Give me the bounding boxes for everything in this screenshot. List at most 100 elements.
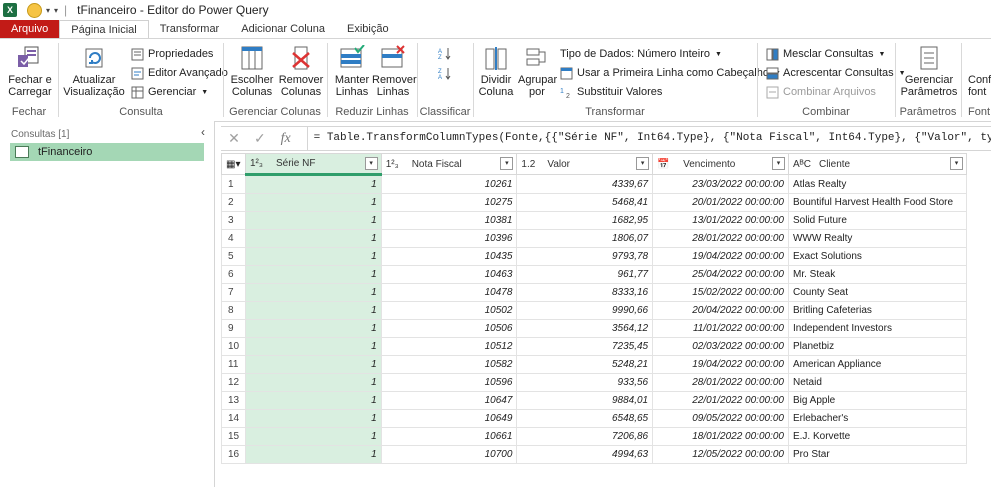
column-header[interactable]: 1.2 Valor ▾ — [516, 153, 654, 175]
table-cell[interactable]: 1 — [244, 373, 382, 392]
table-cell[interactable]: 10381 — [380, 211, 518, 230]
table-cell[interactable]: 4339,67 — [516, 174, 654, 194]
table-cell[interactable]: 1 — [244, 319, 382, 338]
table-cell[interactable]: 9990,66 — [516, 301, 654, 320]
dividir-coluna-button[interactable]: Dividir Coluna — [476, 43, 516, 98]
tab-arquivo[interactable]: Arquivo — [0, 20, 60, 39]
table-cell[interactable]: 19/04/2022 00:00:00 — [652, 355, 789, 374]
table-cell[interactable]: 1 — [244, 355, 382, 374]
acrescentar-consultas-button[interactable]: Acrescentar Consultas ▼ — [766, 65, 906, 81]
fechar-carregar-button[interactable]: Fechar e Carregar — [4, 43, 56, 98]
table-row[interactable]: 1 1 10261 4339,67 23/03/2022 00:00:00 Atlas R… — [221, 174, 968, 194]
remover-colunas-button[interactable]: Remover Colunas — [278, 43, 324, 98]
table-cell[interactable]: 1 — [244, 283, 382, 302]
combinar-arquivos-button[interactable]: Combinar Arquivos — [766, 84, 876, 100]
table-row[interactable]: 10 1 10512 7235,45 02/03/2022 00:00:00 Planet… — [221, 337, 968, 356]
agrupar-por-button[interactable]: Agrupar por — [518, 43, 557, 98]
table-cell[interactable]: 1 — [244, 301, 382, 320]
customize-icon[interactable]: ▾ — [54, 6, 58, 15]
table-cell[interactable]: 10506 — [380, 319, 518, 338]
table-cell[interactable]: Netaid — [787, 373, 968, 392]
table-cell[interactable]: 23/03/2022 00:00:00 — [652, 174, 789, 194]
table-cell[interactable]: 12/05/2022 00:00:00 — [652, 445, 789, 464]
table-row[interactable]: 2 1 10275 5468,41 20/01/2022 00:00:00 Bountif… — [221, 193, 968, 212]
table-cell[interactable]: 10649 — [380, 409, 518, 428]
table-row[interactable]: 4 1 10396 1806,07 28/01/2022 00:00:00 WWW Rea… — [221, 229, 968, 248]
query-item-tfinanceiro[interactable]: tFinanceiro — [10, 143, 204, 161]
table-cell[interactable]: 18/01/2022 00:00:00 — [652, 427, 789, 446]
table-cell[interactable]: 10478 — [380, 283, 518, 302]
table-cell[interactable]: 1 — [244, 211, 382, 230]
cancel-icon[interactable]: ✕ — [221, 130, 247, 147]
table-cell[interactable]: 1682,95 — [516, 211, 654, 230]
calendar-icon[interactable]: 📅 — [657, 159, 679, 170]
substituir-valores-button[interactable]: 12 Substituir Valores — [560, 84, 662, 100]
editor-avancado-button[interactable]: Editor Avançado — [131, 65, 228, 81]
column-header[interactable]: AᴮC Cliente ▾ — [787, 153, 968, 175]
table-cell[interactable]: 9884,01 — [516, 391, 654, 410]
formula-input[interactable]: = Table.TransformColumnTypes(Fonte,{{"Sé… — [306, 127, 991, 150]
table-cell[interactable]: Big Apple — [787, 391, 968, 410]
table-cell[interactable]: 10647 — [380, 391, 518, 410]
table-cell[interactable]: 13/01/2022 00:00:00 — [652, 211, 789, 230]
mesclar-consultas-button[interactable]: Mesclar Consultas ▼ — [766, 46, 885, 62]
propriedades-button[interactable]: Propriedades — [131, 46, 213, 62]
tab-pagina-inicial[interactable]: Página Inicial — [59, 20, 149, 40]
table-cell[interactable]: 1 — [244, 265, 382, 284]
table-cell[interactable]: 961,77 — [516, 265, 654, 284]
table-cell[interactable]: 28/01/2022 00:00:00 — [652, 373, 789, 392]
table-cell[interactable]: Erlebacher's — [787, 409, 968, 428]
gerenciar-parametros-button[interactable]: Gerenciar Parâmetros — [900, 43, 958, 98]
tipo-dados-dropdown[interactable]: Tipo de Dados: Número Inteiro ▼ — [560, 46, 722, 62]
table-cell[interactable]: 02/03/2022 00:00:00 — [652, 337, 789, 356]
table-cell[interactable]: 20/01/2022 00:00:00 — [652, 193, 789, 212]
table-cell[interactable]: 10502 — [380, 301, 518, 320]
atualizar-visualizacao-button[interactable]: Atualizar Visualização — [63, 43, 125, 98]
remover-linhas-button[interactable]: Remover Linhas — [372, 43, 417, 98]
column-header[interactable]: 1²₃ Nota Fiscal ▾ — [380, 153, 518, 175]
table-row[interactable]: 3 1 10381 1682,95 13/01/2022 00:00:00 Solid F… — [221, 211, 968, 230]
table-cell[interactable]: 09/05/2022 00:00:00 — [652, 409, 789, 428]
table-cell[interactable]: Planetbiz — [787, 337, 968, 356]
table-cell[interactable]: 20/04/2022 00:00:00 — [652, 301, 789, 320]
table-row[interactable]: 7 1 10478 8333,16 15/02/2022 00:00:00 County … — [221, 283, 968, 302]
filter-dropdown-icon[interactable]: ▾ — [771, 157, 785, 170]
table-cell[interactable]: 10435 — [380, 247, 518, 266]
smiley-icon[interactable] — [27, 2, 42, 18]
table-cell[interactable]: American Appliance — [787, 355, 968, 374]
table-cell[interactable]: 11/01/2022 00:00:00 — [652, 319, 789, 338]
fx-icon[interactable]: fx — [273, 131, 299, 147]
filter-dropdown-icon[interactable]: ▾ — [636, 157, 650, 170]
table-cell[interactable]: 1806,07 — [516, 229, 654, 248]
table-cell[interactable]: WWW Realty — [787, 229, 968, 248]
table-cell[interactable]: 1 — [244, 229, 382, 248]
table-cell[interactable]: 1 — [244, 193, 382, 212]
table-cell[interactable]: 1 — [244, 427, 382, 446]
table-cell[interactable]: E.J. Korvette — [787, 427, 968, 446]
table-cell[interactable]: Mr. Steak — [787, 265, 968, 284]
filter-dropdown-icon[interactable]: ▾ — [950, 157, 963, 170]
table-cell[interactable]: 10275 — [380, 193, 518, 212]
escolher-colunas-button[interactable]: Escolher Colunas — [228, 43, 276, 98]
commit-icon[interactable]: ✓ — [247, 130, 273, 147]
table-row[interactable]: 16 1 10700 4994,63 12/05/2022 00:00:00 Pro St… — [221, 445, 968, 464]
type-icon[interactable]: AᴮC — [793, 159, 815, 170]
tab-exibicao[interactable]: Exibição — [336, 20, 400, 39]
qat-dropdown-icon[interactable]: ▾ — [46, 6, 50, 15]
primeira-linha-button[interactable]: Usar a Primeira Linha como Cabeçalho▼ — [560, 65, 781, 81]
table-cell[interactable]: 28/01/2022 00:00:00 — [652, 229, 789, 248]
table-row[interactable]: 15 1 10661 7206,86 18/01/2022 00:00:00 E.J. K… — [221, 427, 968, 446]
table-cell[interactable]: County Seat — [787, 283, 968, 302]
tab-transformar[interactable]: Transformar — [149, 20, 231, 39]
sort-ascending-button[interactable]: AZ — [438, 45, 451, 61]
table-cell[interactable]: 19/04/2022 00:00:00 — [652, 247, 789, 266]
table-cell[interactable]: 10582 — [380, 355, 518, 374]
table-cell[interactable]: 15/02/2022 00:00:00 — [652, 283, 789, 302]
table-cell[interactable]: 6548,65 — [516, 409, 654, 428]
table-cell[interactable]: 5468,41 — [516, 193, 654, 212]
table-cell[interactable]: 7206,86 — [516, 427, 654, 446]
table-cell[interactable]: 933,56 — [516, 373, 654, 392]
type-icon[interactable]: 1.2 — [521, 159, 543, 170]
table-cell[interactable]: 8333,16 — [516, 283, 654, 302]
table-cell[interactable]: 1 — [244, 391, 382, 410]
